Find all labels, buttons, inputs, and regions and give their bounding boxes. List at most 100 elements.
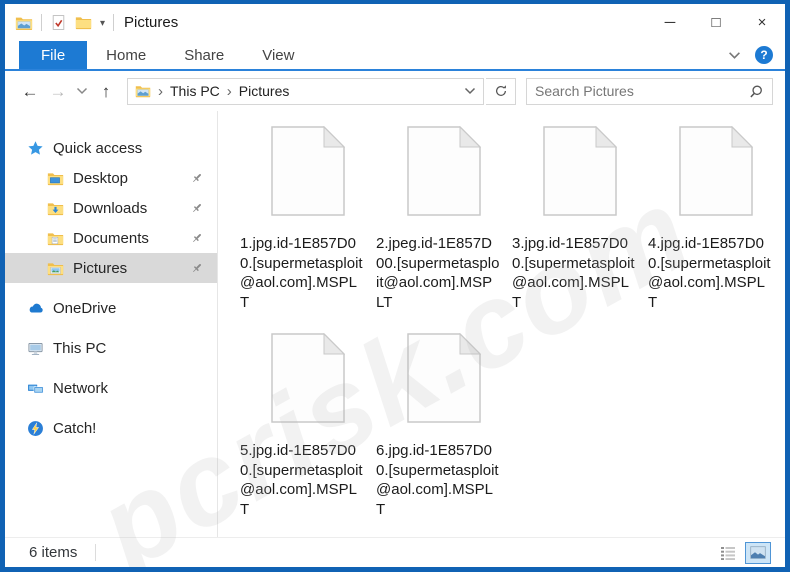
file-name: 6.jpg.id-1E857D00.[supermetasploit@aol.c… — [376, 441, 500, 519]
help-button[interactable]: ? — [755, 46, 773, 64]
file-icon — [407, 126, 481, 216]
minimize-button[interactable]: ─ — [647, 4, 693, 41]
onedrive-icon — [27, 300, 44, 317]
toolbar-separator — [113, 14, 114, 31]
up-button[interactable]: ↑ — [93, 83, 119, 100]
sidebar-item-onedrive[interactable]: OneDrive — [5, 293, 217, 323]
sidebar-item-label: OneDrive — [53, 300, 116, 317]
sidebar-item-network[interactable]: Network — [5, 373, 217, 403]
sidebar-item-label: Quick access — [53, 140, 142, 157]
folder-downloads-icon — [47, 200, 64, 217]
large-icons-view-button[interactable] — [745, 542, 771, 564]
caption-buttons: ─ □ × — [647, 4, 785, 41]
folder-pictures-icon — [47, 260, 64, 277]
file-name: 4.jpg.id-1E857D00.[supermetasploit@aol.c… — [648, 234, 772, 312]
address-dropdown-chevron-icon[interactable] — [457, 87, 483, 95]
status-separator — [95, 544, 96, 561]
file-tile[interactable]: 3.jpg.id-1E857D00.[supermetasploit@aol.c… — [512, 126, 648, 312]
pin-icon — [190, 201, 204, 215]
refresh-button[interactable] — [486, 78, 516, 105]
status-bar: 6 items — [5, 537, 785, 567]
this-pc-icon — [27, 340, 44, 357]
folder-desktop-icon — [47, 170, 64, 187]
close-button[interactable]: × — [739, 4, 785, 41]
ribbon-tab-row: File HomeShareView ? — [5, 41, 785, 71]
tab-view[interactable]: View — [243, 41, 313, 69]
network-icon — [27, 380, 44, 397]
search-input[interactable] — [535, 83, 749, 99]
sidebar-item-label: Desktop — [73, 170, 128, 187]
sidebar-item-pictures[interactable]: Pictures — [5, 253, 217, 283]
file-tile[interactable]: 6.jpg.id-1E857D00.[supermetasploit@aol.c… — [376, 333, 512, 519]
quick-access-toolbar: ▾ — [15, 14, 114, 32]
back-button[interactable]: ← — [17, 83, 43, 100]
navigation-pane: Quick access Desktop Downloads Documents — [5, 111, 218, 537]
file-name: 2.jpeg.id-1E857D00.[supermetasploit@aol.… — [376, 234, 500, 312]
file-icon — [679, 126, 753, 216]
breadcrumb-this-pc[interactable]: This PC — [170, 83, 220, 99]
search-box[interactable] — [526, 78, 773, 105]
ribbon-right-controls: ? — [728, 41, 785, 69]
toolbar-separator — [41, 14, 42, 31]
file-icon — [271, 126, 345, 216]
address-bar[interactable]: › This PC › Pictures — [127, 78, 484, 105]
details-view-button[interactable] — [715, 542, 741, 564]
file-tile[interactable]: 1.jpg.id-1E857D00.[supermetasploit@aol.c… — [240, 126, 376, 312]
file-grid: 1.jpg.id-1E857D00.[supermetasploit@aol.c… — [240, 126, 785, 519]
sidebar-item-desktop[interactable]: Desktop — [5, 163, 217, 193]
search-icon[interactable] — [749, 84, 764, 99]
sidebar-item-catch[interactable]: Catch! — [5, 413, 217, 443]
file-name: 3.jpg.id-1E857D00.[supermetasploit@aol.c… — [512, 234, 636, 312]
sidebar-item-label: Downloads — [73, 200, 147, 217]
file-icon — [407, 333, 481, 423]
tab-home[interactable]: Home — [87, 41, 165, 69]
file-icon — [543, 126, 617, 216]
tab-file[interactable]: File — [19, 41, 87, 69]
qat-customize-caret-icon[interactable]: ▾ — [100, 17, 105, 29]
pin-icon — [190, 261, 204, 275]
file-list-area: 1.jpg.id-1E857D00.[supermetasploit@aol.c… — [218, 111, 785, 537]
file-tile[interactable]: 5.jpg.id-1E857D00.[supermetasploit@aol.c… — [240, 333, 376, 519]
file-tile[interactable]: 4.jpg.id-1E857D00.[supermetasploit@aol.c… — [648, 126, 784, 312]
breadcrumb-separator-icon: › — [220, 83, 239, 100]
view-buttons — [715, 542, 771, 564]
breadcrumb-pictures[interactable]: Pictures — [239, 83, 290, 99]
expand-ribbon-chevron-icon[interactable] — [728, 51, 741, 60]
file-name: 1.jpg.id-1E857D00.[supermetasploit@aol.c… — [240, 234, 364, 312]
sidebar-item-label: This PC — [53, 340, 106, 357]
sidebar-item-label: Documents — [73, 230, 149, 247]
recent-locations-chevron-icon[interactable] — [73, 87, 91, 95]
item-count: 6 items — [29, 544, 77, 561]
refresh-icon — [494, 84, 508, 98]
forward-button[interactable]: → — [45, 83, 71, 100]
details-view-icon — [720, 546, 736, 560]
star-icon — [27, 140, 44, 157]
main-area: Quick access Desktop Downloads Documents — [5, 111, 785, 537]
titlebar: ▾ Pictures ─ □ × — [5, 4, 785, 41]
sidebar-item-this-pc[interactable]: This PC — [5, 333, 217, 363]
breadcrumb-separator-icon: › — [151, 83, 170, 100]
navigation-bar: ← → ↑ › This PC › Pictures — [5, 71, 785, 111]
folder-documents-icon — [47, 230, 64, 247]
pin-icon — [190, 171, 204, 185]
maximize-button[interactable]: □ — [693, 4, 739, 41]
sidebar-item-label: Pictures — [73, 260, 127, 277]
sidebar-item-label: Catch! — [53, 420, 96, 437]
file-icon — [271, 333, 345, 423]
address-folder-icon — [135, 83, 151, 99]
explorer-icon[interactable] — [15, 14, 33, 32]
sidebar-item-label: Network — [53, 380, 108, 397]
sidebar-item-documents[interactable]: Documents — [5, 223, 217, 253]
new-folder-icon[interactable] — [75, 14, 92, 31]
catch-icon — [27, 420, 44, 437]
file-tile[interactable]: 2.jpeg.id-1E857D00.[supermetasploit@aol.… — [376, 126, 512, 312]
large-icons-view-icon — [750, 546, 766, 559]
properties-icon[interactable] — [50, 14, 67, 31]
file-explorer-window: ▾ Pictures ─ □ × File HomeShareView ? ← … — [0, 0, 790, 572]
sidebar-item-downloads[interactable]: Downloads — [5, 193, 217, 223]
file-name: 5.jpg.id-1E857D00.[supermetasploit@aol.c… — [240, 441, 364, 519]
pin-icon — [190, 231, 204, 245]
window-title: Pictures — [124, 14, 178, 31]
tab-share[interactable]: Share — [165, 41, 243, 69]
sidebar-item-quick-access[interactable]: Quick access — [5, 133, 217, 163]
